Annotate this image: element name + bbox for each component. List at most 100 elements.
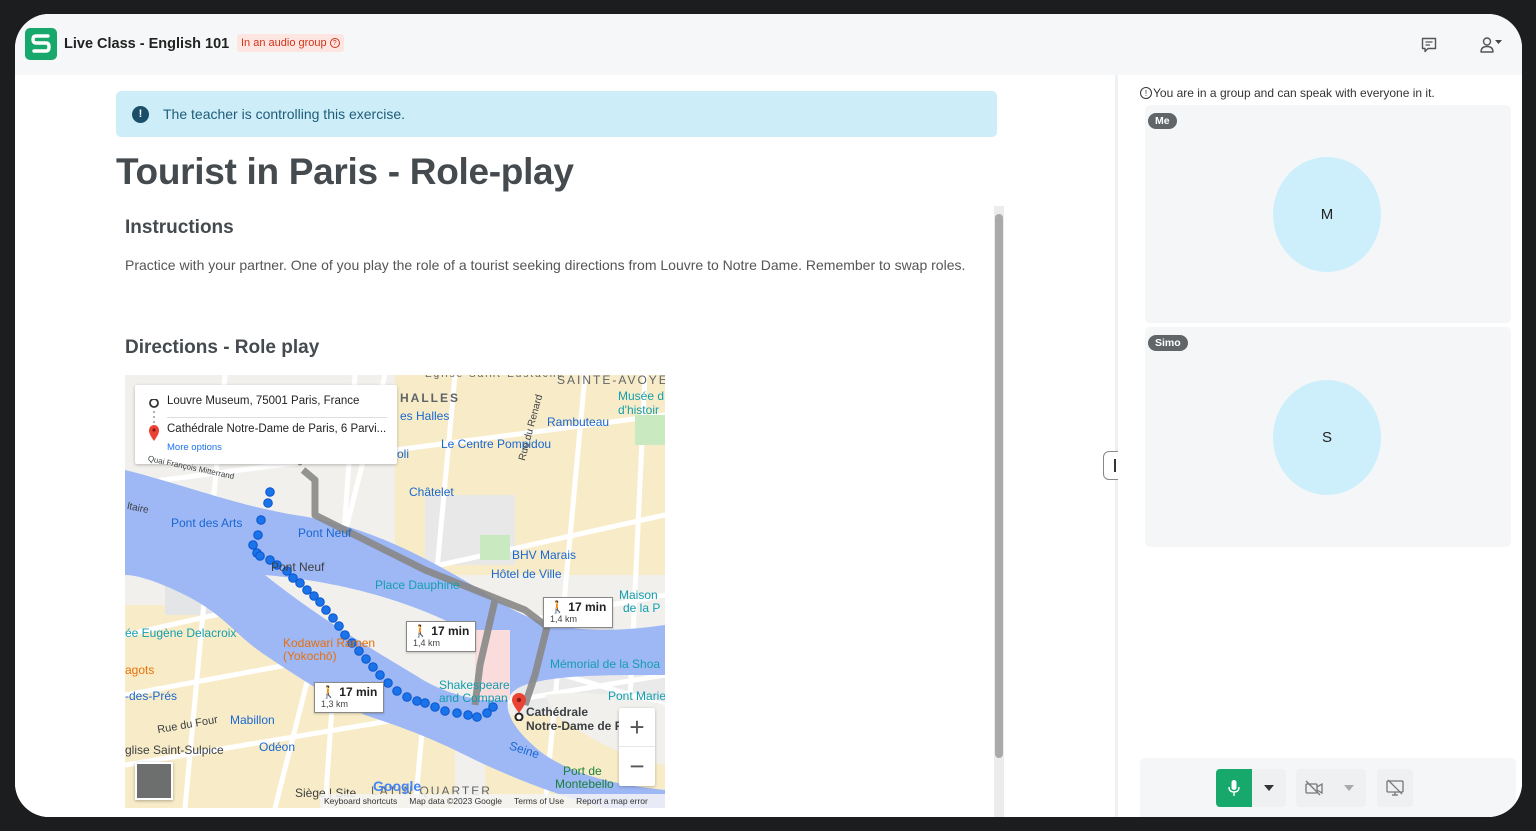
audio-group-panel: ! You are in a group and can speak with …	[1118, 75, 1522, 817]
map-label: oli	[397, 447, 410, 461]
route-dot	[452, 708, 462, 718]
map-label: Mabillon	[230, 713, 275, 727]
teacher-control-alert: ! The teacher is controlling this exerci…	[116, 91, 997, 137]
map-zoom-controls: + −	[619, 708, 655, 786]
route-dot	[315, 597, 325, 607]
map-label: Maison	[619, 588, 658, 602]
microphone-options-dropdown[interactable]	[1252, 769, 1286, 807]
map-label: Pont des Arts	[171, 516, 243, 530]
more-options-link[interactable]: More options	[167, 442, 222, 453]
map-label: Pont Neuf	[271, 560, 325, 574]
exercise-title: Tourist in Paris - Role-play	[116, 151, 574, 192]
app-window: Live Class - English 101 In an audio gro…	[15, 14, 1522, 817]
map-label: Église Saint-Eustache	[425, 375, 565, 380]
origin-field[interactable]: Louvre Museum, 75001 Paris, France	[167, 395, 359, 407]
camera-options-dropdown[interactable]	[1332, 769, 1366, 807]
participant-name: Me	[1148, 113, 1177, 129]
camera-button[interactable]	[1296, 769, 1332, 807]
zoom-in-button[interactable]: +	[619, 708, 655, 747]
map-label: HALLES	[400, 391, 460, 405]
app-logo-icon	[25, 28, 57, 60]
route-time-box[interactable]: 🚶 17 min 1,3 km	[314, 682, 385, 713]
map-label: glise Saint-Sulpice	[125, 743, 224, 757]
map-label: Shakespeare	[439, 678, 510, 692]
map-label: Montebello	[555, 777, 614, 791]
route-dot	[368, 662, 378, 672]
avatar: S	[1273, 380, 1381, 495]
chevron-down-icon	[1264, 785, 1274, 791]
route-time-box[interactable]: 🚶 17 min 1,4 km	[543, 597, 614, 628]
route-dot	[361, 654, 371, 664]
route-dot	[412, 696, 422, 706]
terms-link[interactable]: Terms of Use	[514, 796, 564, 806]
route-dot	[253, 530, 263, 540]
user-menu-icon[interactable]	[1477, 34, 1507, 56]
content-scrollbar[interactable]	[994, 206, 1004, 817]
map-label: d'histoir	[618, 403, 659, 417]
directions-map[interactable]: Louvre Museum, 75001 Paris, France Cathé…	[125, 375, 665, 808]
screen-share-off-icon	[1386, 779, 1404, 796]
map-label: BHV Marais	[512, 548, 577, 562]
map-label: ée Eugène Delacroix	[125, 626, 237, 640]
chat-icon[interactable]	[1418, 34, 1440, 56]
route-dot	[463, 710, 473, 720]
participant-tile: Simo S	[1145, 327, 1511, 547]
audio-group-badge[interactable]: In an audio group ?	[237, 34, 344, 52]
media-controls	[1140, 758, 1516, 817]
route-dot	[255, 551, 265, 561]
map-footer: Keyboard shortcuts Map data ©2023 Google…	[320, 794, 665, 808]
route-dot	[248, 540, 258, 550]
chevron-down-icon	[1344, 785, 1354, 791]
route-dot	[402, 692, 412, 702]
route-dot	[375, 670, 385, 680]
alert-icon: !	[132, 105, 149, 123]
route-dot	[256, 515, 266, 525]
route-dot	[263, 498, 273, 508]
map-label: Place Dauphine	[375, 578, 460, 592]
route-dot	[430, 702, 440, 712]
google-logo: Google	[373, 778, 422, 794]
route-dot	[383, 678, 393, 688]
map-label: de la P	[623, 601, 661, 615]
participant-tile: Me M	[1145, 105, 1511, 323]
directions-heading: Directions - Role play	[125, 337, 320, 358]
microphone-icon	[1228, 780, 1240, 796]
route-time-box[interactable]: 🚶 17 min 1,4 km	[406, 621, 477, 652]
scrollbar-thumb[interactable]	[995, 214, 1003, 758]
report-error-link[interactable]: Report a map error	[576, 796, 648, 806]
map-label: Kodawari Ramen	[283, 636, 376, 650]
walk-icon: 🚶	[413, 624, 428, 638]
avatar: M	[1273, 157, 1381, 272]
map-label: and Compan	[439, 691, 508, 705]
keyboard-shortcuts-link[interactable]: Keyboard shortcuts	[324, 796, 397, 806]
map-label: Châtelet	[409, 485, 454, 499]
info-icon: !	[1140, 87, 1152, 99]
participant-name: Simo	[1148, 335, 1188, 351]
route-dot	[334, 621, 344, 631]
exercise-area: ! The teacher is controlling this exerci…	[15, 75, 1115, 817]
group-info-text: You are in a group and can speak with ev…	[1153, 86, 1435, 100]
map-label: Hôtel de Ville	[491, 567, 562, 581]
map-label: Odéon	[259, 740, 296, 754]
route-dot	[420, 698, 430, 708]
microphone-button[interactable]	[1216, 769, 1252, 807]
audio-group-label: In an audio group	[241, 37, 327, 49]
map-label: es Halles	[400, 409, 450, 423]
route-endpoints-panel[interactable]: Louvre Museum, 75001 Paris, France Cathé…	[135, 385, 397, 464]
map-data-credit: Map data ©2023 Google	[409, 796, 502, 806]
camera-off-icon	[1305, 780, 1323, 796]
route-dot	[472, 712, 482, 722]
map-label: SAINTE-AVOYE	[557, 375, 665, 387]
satellite-toggle[interactable]	[135, 762, 173, 800]
destination-field[interactable]: Cathédrale Notre-Dame de Paris, 6 Parvi.…	[167, 423, 386, 435]
route-dot	[295, 578, 305, 588]
map-label: Mémorial de la Shoa	[550, 657, 661, 671]
help-circle-icon[interactable]: ?	[329, 38, 340, 48]
route-dot	[440, 706, 450, 716]
zoom-out-button[interactable]: −	[619, 747, 655, 786]
map-label: Cathédrale	[526, 705, 589, 719]
route-dot	[302, 585, 312, 595]
map-label: Rambuteau	[547, 415, 610, 429]
instructions-text: Practice with your partner. One of you p…	[125, 257, 966, 273]
screen-share-button[interactable]	[1377, 769, 1413, 807]
